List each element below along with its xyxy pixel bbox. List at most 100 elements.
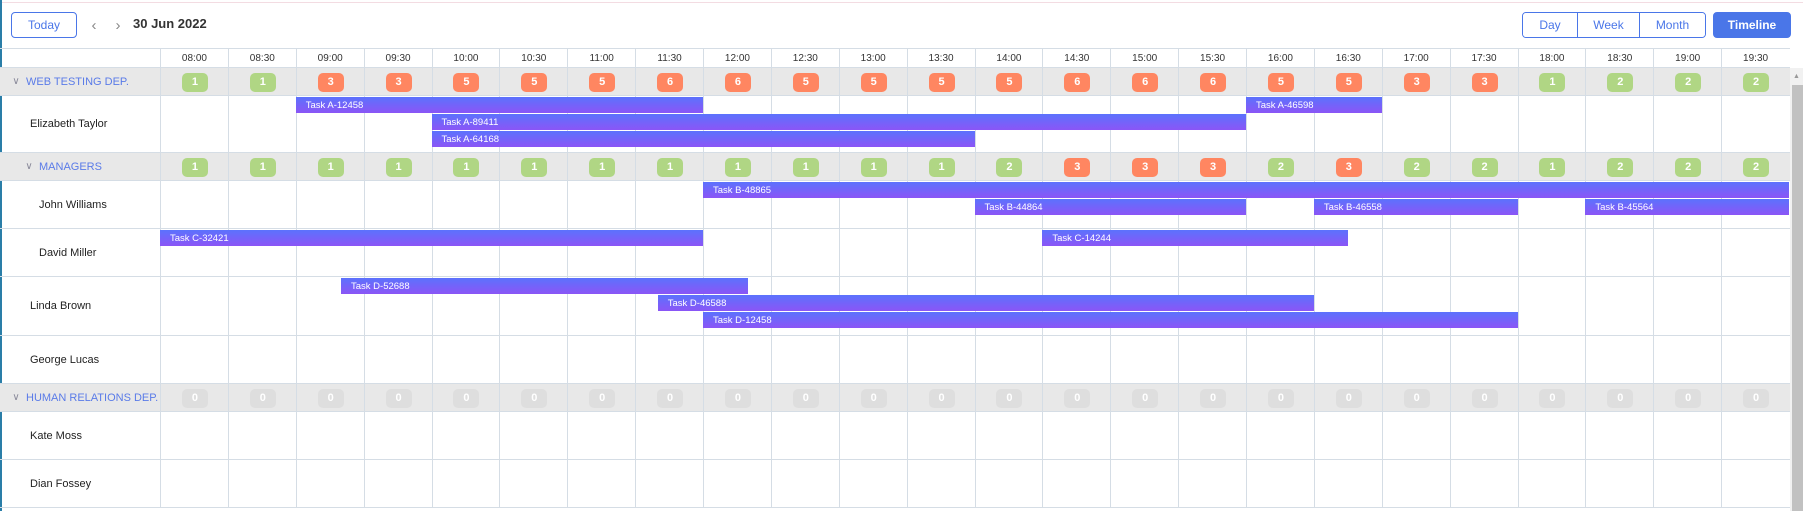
timeline-cell[interactable]: 2 [1449, 153, 1518, 180]
timeline-cell[interactable] [1381, 336, 1450, 383]
timeline-cell[interactable]: 5 [431, 68, 500, 95]
timeline-cell[interactable] [1110, 460, 1178, 507]
timeline-cell[interactable]: 3 [1449, 68, 1518, 95]
timeline-cell[interactable]: 3 [1178, 153, 1246, 180]
group-toggle[interactable]: ∨ MANAGERS [0, 153, 160, 180]
timeline-cell[interactable] [1517, 229, 1586, 276]
timeline-cell[interactable]: 3 [1042, 153, 1110, 180]
timeline-cell[interactable] [1721, 277, 1789, 335]
timeline-cell[interactable] [499, 412, 567, 459]
timeline-cell[interactable]: 5 [567, 68, 635, 95]
timeline-cell[interactable] [295, 412, 364, 459]
timeline-cell[interactable] [1585, 277, 1653, 335]
timeline-cell[interactable]: 1 [227, 68, 296, 95]
timeline-cell[interactable] [703, 460, 771, 507]
timeline-cell[interactable] [1042, 460, 1110, 507]
timeline-cell[interactable]: 2 [1585, 68, 1653, 95]
view-day-button[interactable]: Day [1523, 13, 1577, 37]
timeline-cell[interactable] [838, 412, 907, 459]
timeline-cell[interactable]: 0 [1042, 384, 1110, 411]
timeline-cell[interactable]: 1 [499, 153, 567, 180]
timeline-cell[interactable] [1313, 336, 1382, 383]
task-bar[interactable]: Task C-14244 [1042, 230, 1348, 246]
chevron-down-icon[interactable]: ∨ [9, 392, 23, 403]
timeline-cell[interactable] [1721, 96, 1789, 152]
timeline-cell[interactable]: 1 [160, 68, 228, 95]
timeline-cell[interactable] [974, 460, 1043, 507]
timeline-cell[interactable] [1449, 412, 1518, 459]
timeline-cell[interactable] [1585, 96, 1653, 152]
timeline-cell[interactable] [1653, 336, 1721, 383]
view-week-button[interactable]: Week [1577, 13, 1639, 37]
timeline-cell[interactable] [1653, 96, 1721, 152]
timeline-cell[interactable]: 0 [1381, 384, 1450, 411]
view-timeline-button[interactable]: Timeline [1713, 12, 1791, 38]
timeline-cell[interactable] [974, 336, 1043, 383]
timeline-cell[interactable] [906, 460, 975, 507]
timeline-cell[interactable] [431, 460, 500, 507]
timeline-cell[interactable]: 6 [1110, 68, 1178, 95]
timeline-cell[interactable] [703, 336, 771, 383]
timeline-cell[interactable] [1517, 96, 1586, 152]
timeline-cell[interactable] [499, 460, 567, 507]
timeline-cell[interactable] [1110, 336, 1178, 383]
timeline-cell[interactable]: 0 [295, 384, 364, 411]
timeline-cell[interactable]: 0 [1313, 384, 1382, 411]
task-bar[interactable]: Task A-46598 [1246, 97, 1382, 113]
timeline-cell[interactable] [1721, 412, 1789, 459]
timeline-cell[interactable]: 0 [160, 384, 228, 411]
timeline-cell[interactable] [1449, 229, 1518, 276]
timeline-cell[interactable]: 3 [1313, 153, 1382, 180]
timeline-cell[interactable] [363, 412, 432, 459]
timeline-cell[interactable] [1381, 412, 1450, 459]
timeline-cell[interactable]: 2 [1653, 68, 1721, 95]
timeline-cell[interactable]: 2 [1721, 68, 1789, 95]
chevron-left-icon[interactable]: ‹ [84, 14, 104, 36]
timeline-cell[interactable] [974, 412, 1043, 459]
chevron-down-icon[interactable]: ∨ [22, 161, 36, 172]
timeline-cell[interactable] [1178, 460, 1246, 507]
timeline-cell[interactable] [1313, 460, 1382, 507]
timeline-cell[interactable] [363, 336, 432, 383]
timeline-cell[interactable] [363, 460, 432, 507]
timeline-cell[interactable]: 5 [499, 68, 567, 95]
timeline-cell[interactable] [1721, 460, 1789, 507]
timeline-cell[interactable]: 0 [974, 384, 1043, 411]
timeline-cell[interactable] [1042, 412, 1110, 459]
task-bar[interactable]: Task B-46558 [1313, 199, 1518, 215]
timeline-cell[interactable] [431, 181, 500, 228]
timeline-cell[interactable] [770, 460, 839, 507]
timeline-cell[interactable] [227, 277, 296, 335]
timeline-cell[interactable] [1246, 336, 1314, 383]
timeline-cell[interactable] [838, 336, 907, 383]
timeline-cell[interactable] [567, 460, 635, 507]
timeline-cell[interactable]: 0 [1721, 384, 1789, 411]
timeline-cell[interactable] [838, 229, 907, 276]
timeline-cell[interactable] [1653, 277, 1721, 335]
timeline-cell[interactable]: 0 [838, 384, 907, 411]
timeline-cell[interactable] [363, 181, 432, 228]
timeline-cell[interactable] [703, 229, 771, 276]
timeline-cell[interactable]: 5 [1313, 68, 1382, 95]
timeline-cell[interactable] [770, 336, 839, 383]
timeline-cell[interactable]: 0 [1246, 384, 1314, 411]
timeline-cell[interactable] [160, 277, 228, 335]
timeline-cell[interactable] [1178, 412, 1246, 459]
timeline-cell[interactable] [1517, 277, 1586, 335]
group-toggle[interactable]: ∨ WEB TESTING DEP. [0, 68, 160, 95]
timeline-cell[interactable]: 1 [1517, 68, 1586, 95]
timeline-cell[interactable]: 5 [906, 68, 975, 95]
timeline-cell[interactable] [1449, 96, 1518, 152]
task-bar[interactable]: Task A-89411 [431, 114, 1246, 130]
timeline-cell[interactable]: 1 [635, 153, 703, 180]
timeline-cell[interactable] [838, 460, 907, 507]
timeline-cell[interactable]: 1 [227, 153, 296, 180]
timeline-cell[interactable] [703, 412, 771, 459]
task-bar[interactable]: Task D-12458 [703, 312, 1518, 328]
task-bar[interactable]: Task D-46588 [657, 295, 1314, 311]
timeline-cell[interactable] [227, 96, 296, 152]
scroll-up-arrow-icon[interactable]: ▲ [1790, 68, 1803, 84]
timeline-cell[interactable] [499, 336, 567, 383]
timeline-cell[interactable]: 0 [499, 384, 567, 411]
timeline-cell[interactable] [1585, 460, 1653, 507]
